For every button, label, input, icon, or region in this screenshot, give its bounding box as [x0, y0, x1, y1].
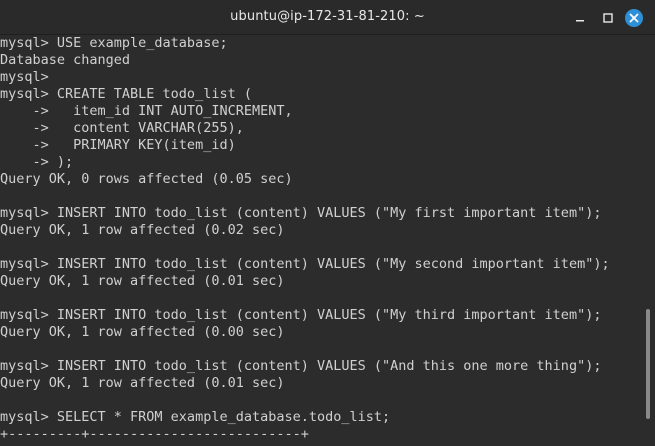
terminal-line: Query OK, 0 rows affected (0.05 sec) — [0, 171, 293, 187]
terminal-line: mysql> INSERT INTO todo_list (content) V… — [0, 205, 602, 221]
close-button[interactable] — [625, 9, 643, 27]
maximize-icon — [603, 13, 613, 23]
terminal-line: -> PRIMARY KEY(item_id) — [0, 137, 236, 153]
title-bar[interactable]: ubuntu@ip-172-31-81-210: ~ — [0, 0, 655, 35]
minimize-icon — [576, 20, 584, 22]
terminal-line: Database changed — [0, 52, 131, 68]
scrollbar-thumb[interactable] — [646, 309, 650, 419]
terminal-line: mysql> INSERT INTO todo_list (content) V… — [0, 256, 610, 272]
terminal-line: mysql> INSERT INTO todo_list (content) V… — [0, 307, 602, 323]
window-title: ubuntu@ip-172-31-81-210: ~ — [230, 9, 425, 24]
terminal-line: mysql> INSERT INTO todo_list (content) V… — [0, 358, 602, 374]
minimize-button[interactable] — [571, 9, 589, 27]
terminal-line: -> item_id INT AUTO_INCREMENT, — [0, 103, 293, 119]
terminal-line: mysql> CREATE TABLE todo_list ( — [0, 86, 252, 102]
terminal-line: Query OK, 1 row affected (0.01 sec) — [0, 375, 285, 391]
terminal-line: Query OK, 1 row affected (0.00 sec) — [0, 324, 285, 340]
terminal-line: mysql> USE example_database; — [0, 35, 228, 51]
terminal-line: -> ); — [0, 154, 74, 170]
terminal-line: Query OK, 1 row affected (0.02 sec) — [0, 222, 285, 238]
scrollbar[interactable] — [643, 35, 655, 446]
maximize-button[interactable] — [599, 9, 617, 27]
terminal-line: +---------+--------------------------+ — [0, 426, 309, 442]
terminal-line: -> content VARCHAR(255), — [0, 120, 244, 136]
terminal-window: ubuntu@ip-172-31-81-210: ~ mysql> USE ex… — [0, 0, 655, 446]
terminal-output[interactable]: mysql> USE example_database; Database ch… — [0, 35, 643, 446]
terminal-line: Query OK, 1 row affected (0.01 sec) — [0, 273, 285, 289]
terminal-line: mysql> — [0, 69, 49, 85]
close-icon — [629, 13, 639, 23]
terminal-line: mysql> SELECT * FROM example_database.to… — [0, 409, 391, 425]
